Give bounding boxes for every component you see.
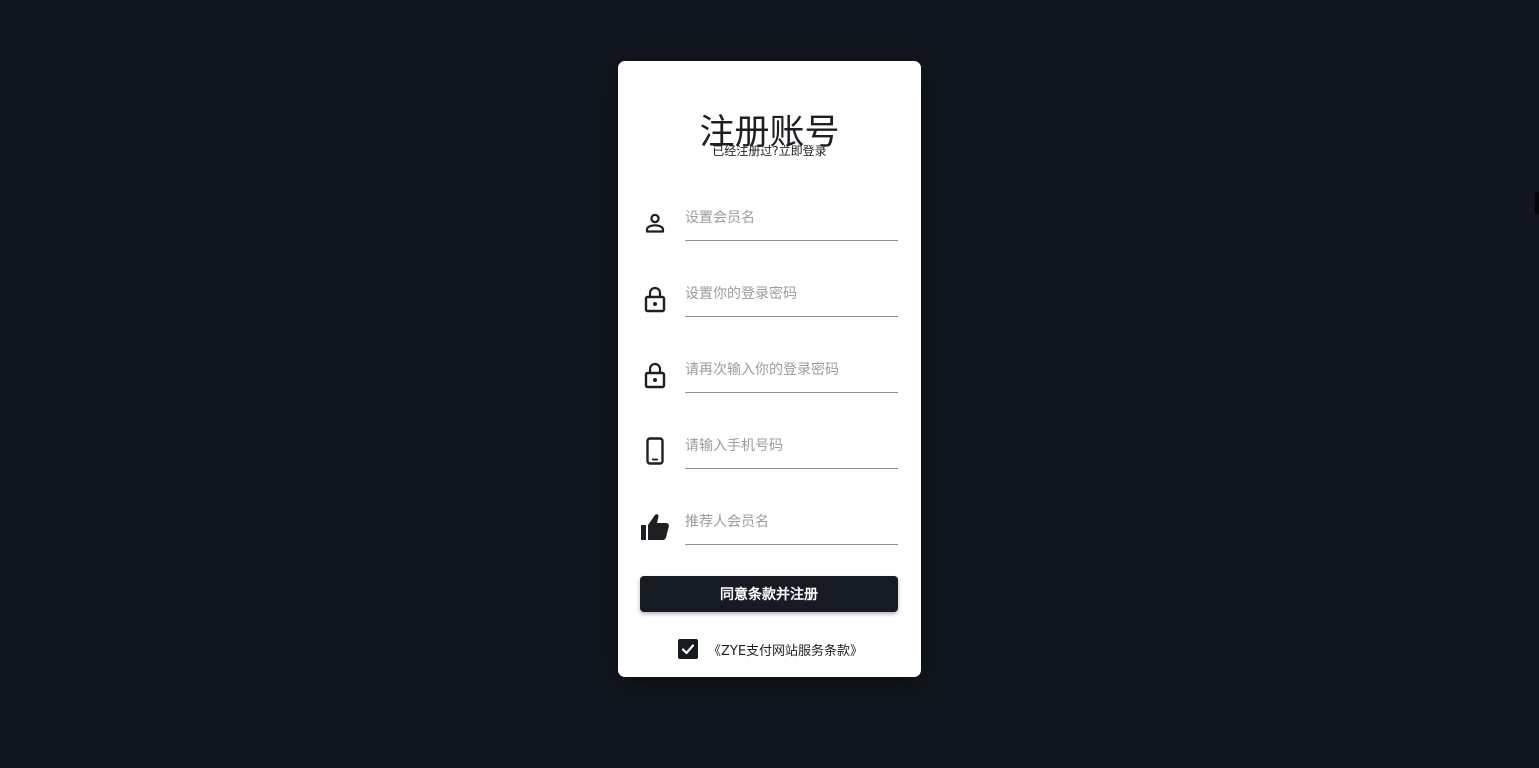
- window-edge-marker: [1535, 192, 1539, 214]
- confirm-password-input[interactable]: [685, 348, 898, 393]
- thumbs-up-icon: [640, 512, 670, 542]
- referrer-field-row: [640, 500, 898, 550]
- terms-row: 《ZYE支付网站服务条款》: [678, 638, 863, 660]
- smartphone-icon: [640, 436, 670, 466]
- password-field-row: [640, 272, 898, 322]
- register-button[interactable]: 同意条款并注册: [640, 576, 898, 612]
- phone-field-row: [640, 424, 898, 474]
- lock-icon: [640, 360, 670, 390]
- username-field-row: [640, 196, 898, 246]
- login-link[interactable]: 立即登录: [779, 144, 827, 158]
- confirm-password-field-row: [640, 348, 898, 398]
- terms-checkbox[interactable]: [678, 639, 698, 659]
- checkmark-icon: [681, 644, 695, 655]
- phone-input[interactable]: [685, 424, 898, 469]
- terms-link[interactable]: 《ZYE支付网站服务条款》: [708, 640, 863, 659]
- login-prompt: 已经注册过?立即登录: [618, 143, 921, 159]
- referrer-input[interactable]: [685, 500, 898, 545]
- password-input[interactable]: [685, 272, 898, 317]
- username-input[interactable]: [685, 196, 898, 241]
- login-prompt-text: 已经注册过?: [712, 144, 779, 158]
- lock-icon: [640, 284, 670, 314]
- register-card: 注册账号 已经注册过?立即登录 设置会员名 请输入手机号码 推荐人会员名 同意条…: [618, 61, 921, 677]
- person-icon: [640, 208, 670, 238]
